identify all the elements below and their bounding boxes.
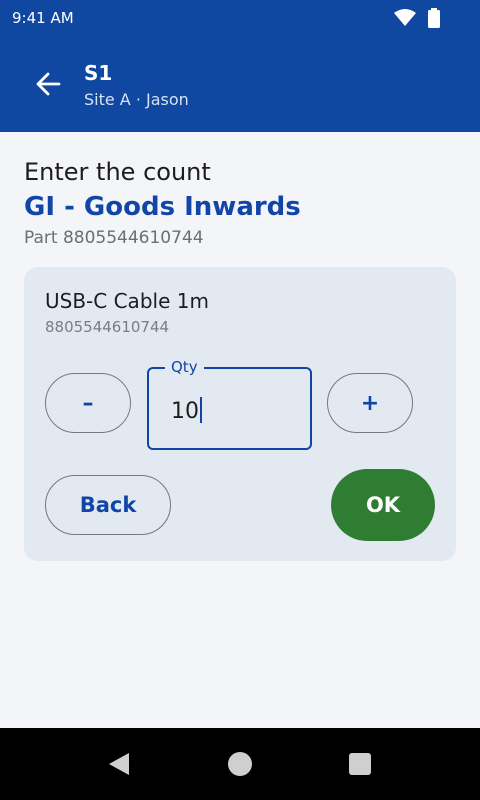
arrow-back-icon[interactable] bbox=[28, 64, 68, 104]
part-number: Part 8805544610744 bbox=[24, 228, 204, 248]
qty-value: 10 bbox=[171, 399, 199, 424]
nav-home-icon[interactable] bbox=[228, 752, 252, 776]
status-bar: 9:41 AM 6 bbox=[0, 0, 480, 36]
back-button[interactable]: Back bbox=[45, 475, 171, 535]
nav-back-icon[interactable] bbox=[107, 752, 131, 780]
count-card: USB-C Cable 1m 8805544610744 – Qty 10 + … bbox=[24, 267, 456, 561]
item-name: USB-C Cable 1m bbox=[45, 289, 209, 313]
app-bar: S1 Site A · Jason bbox=[0, 36, 480, 132]
ok-button[interactable]: OK bbox=[331, 469, 435, 541]
battery-icon bbox=[428, 8, 440, 32]
increment-button[interactable]: + bbox=[327, 373, 413, 433]
app-subtitle: Site A · Jason bbox=[84, 90, 189, 109]
app-title: S1 bbox=[84, 61, 113, 85]
main-content: Enter the count GI - Goods Inwards Part … bbox=[0, 132, 480, 728]
item-code: 8805544610744 bbox=[45, 318, 170, 336]
nav-recents-icon[interactable] bbox=[349, 753, 371, 775]
wifi-icon: 6 bbox=[394, 9, 416, 31]
qty-input[interactable]: Qty 10 bbox=[147, 358, 312, 450]
decrement-button[interactable]: – bbox=[45, 373, 131, 433]
mode-title: GI - Goods Inwards bbox=[24, 192, 301, 222]
status-time: 9:41 AM bbox=[12, 9, 74, 27]
page-prompt: Enter the count bbox=[24, 158, 211, 186]
text-caret bbox=[200, 397, 202, 423]
system-nav-bar bbox=[0, 728, 480, 800]
network-badge: 6 bbox=[409, 20, 414, 27]
qty-label: Qty bbox=[165, 358, 204, 376]
